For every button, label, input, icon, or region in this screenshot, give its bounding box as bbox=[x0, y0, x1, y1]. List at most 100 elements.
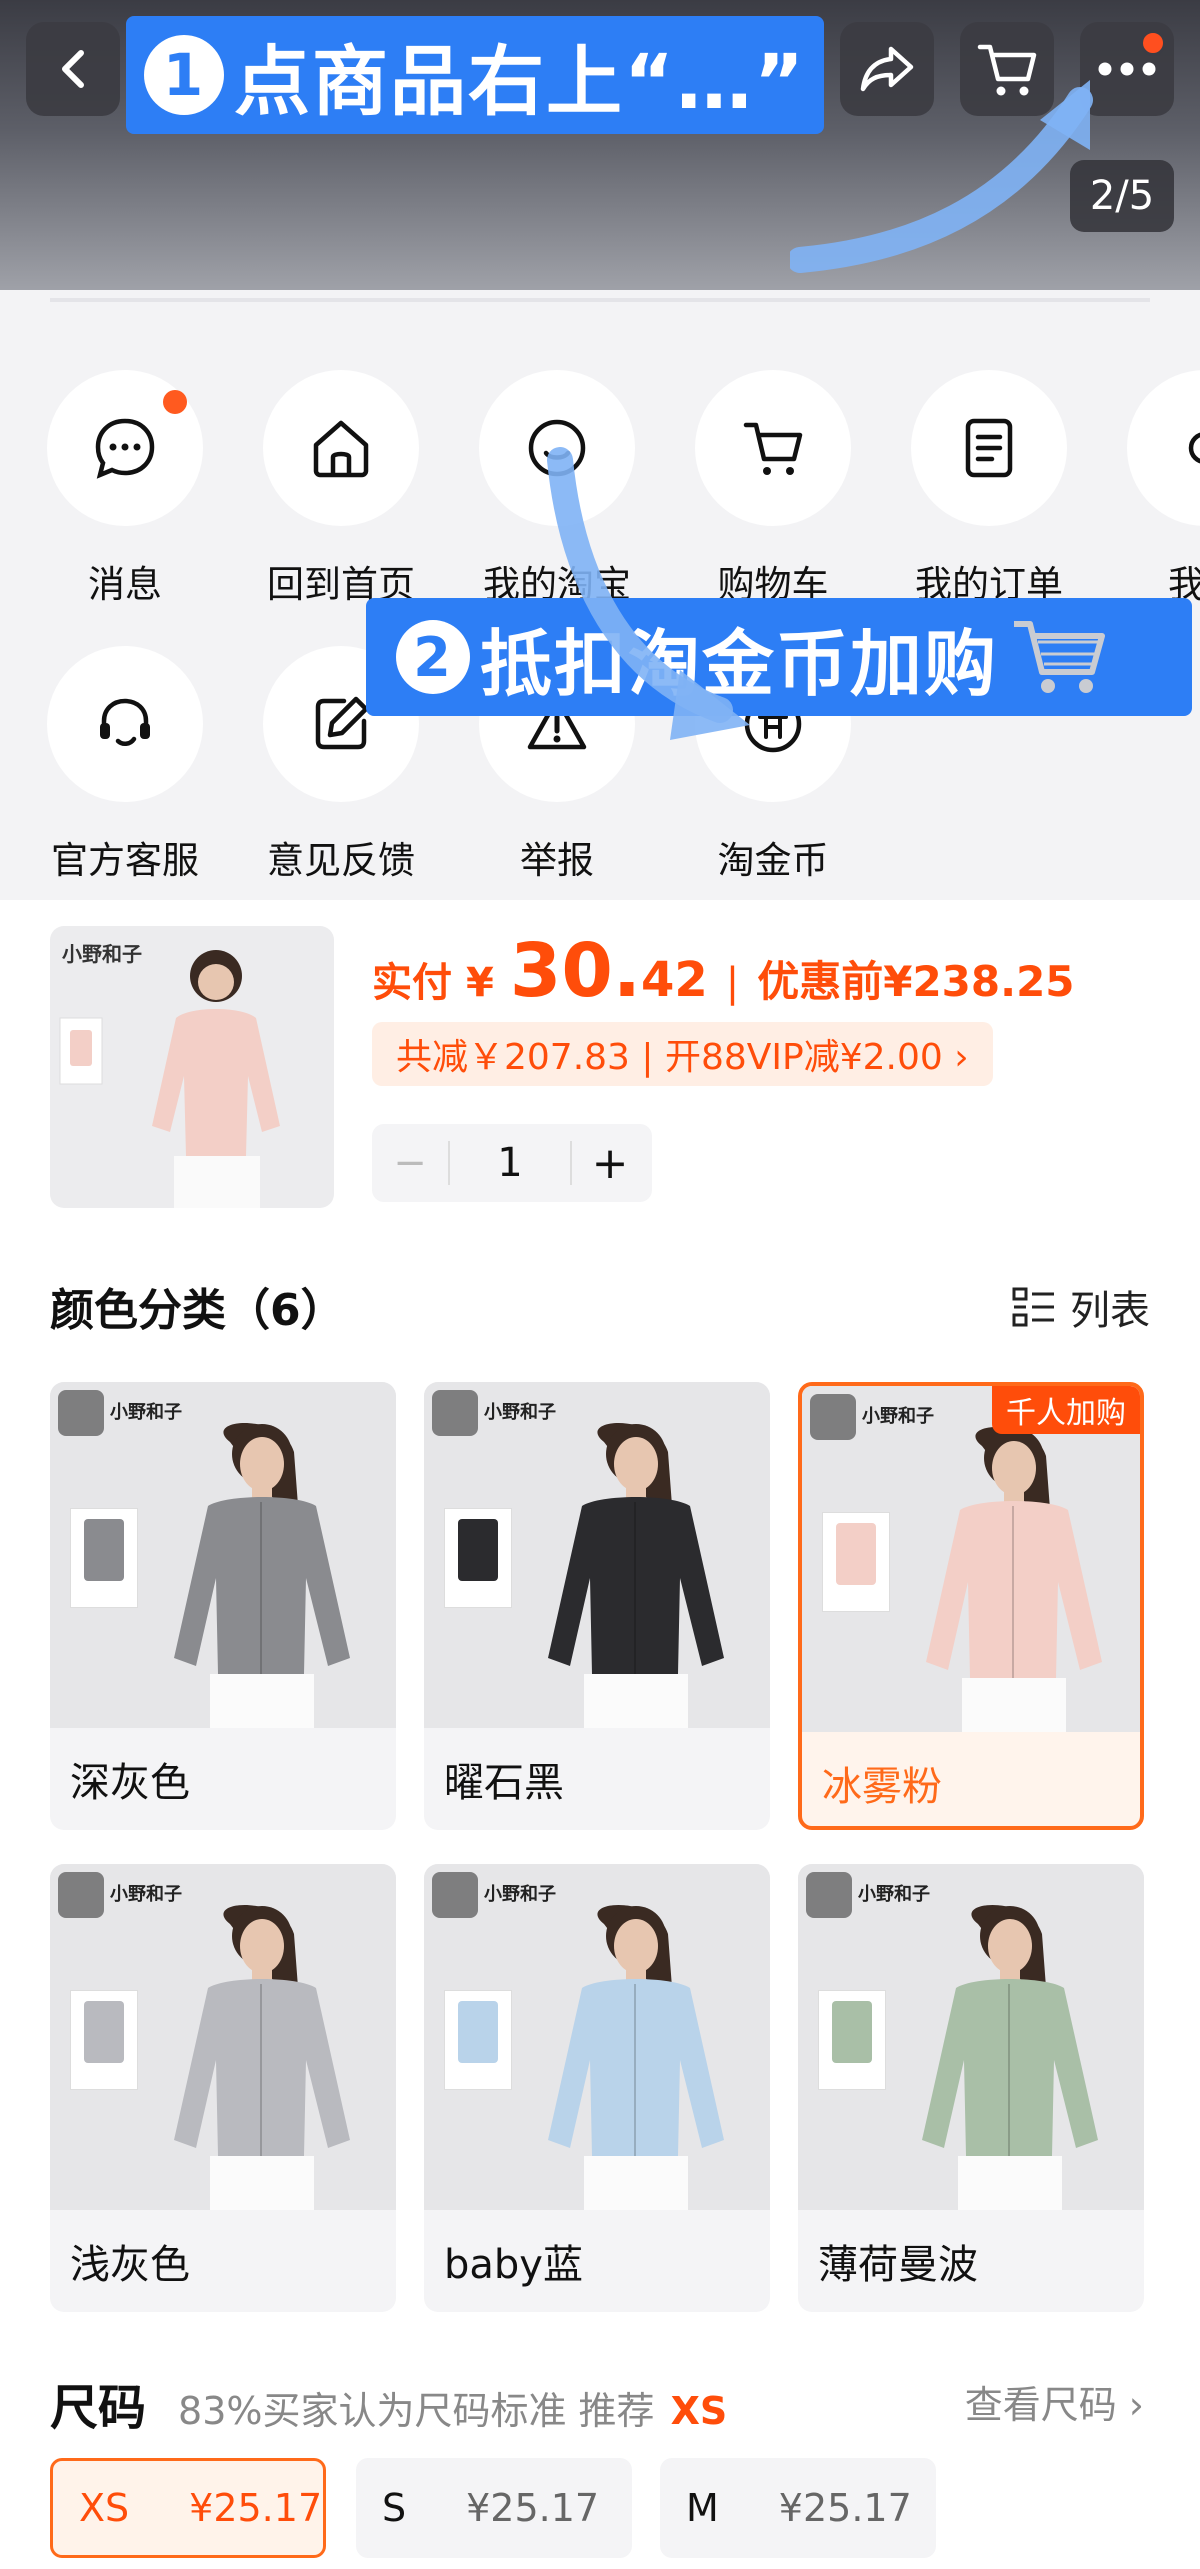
product-thumbnail[interactable]: 小野和子 bbox=[50, 926, 334, 1208]
color-option-card[interactable]: 小野和子曜石黑 bbox=[424, 1382, 770, 1830]
brand-label: 小野和子 bbox=[110, 1884, 182, 1905]
brand-label: 小野和子 bbox=[862, 1406, 934, 1427]
annotation-text: 抵扣淘金币加购 bbox=[480, 621, 999, 706]
brand-logo-icon bbox=[432, 1872, 478, 1918]
size-option-m[interactable]: M ¥25.17 bbox=[660, 2458, 936, 2558]
size-price: ¥25.17 bbox=[778, 2486, 912, 2530]
size-option-s[interactable]: S ¥25.17 bbox=[356, 2458, 632, 2558]
share-icon bbox=[860, 46, 914, 92]
model-figure bbox=[922, 1904, 1098, 2210]
color-option-card[interactable]: 小野和子深灰色 bbox=[50, 1382, 396, 1830]
image-pager: 2/5 bbox=[1070, 160, 1174, 232]
color-option-name: 薄荷曼波 bbox=[818, 2242, 978, 2288]
color-section-title: 颜色分类（6） bbox=[50, 1285, 345, 1336]
brand-label: 小野和子 bbox=[484, 1402, 556, 1423]
menu-item-my-more[interactable]: 我的 bbox=[1100, 370, 1200, 608]
list-view-toggle[interactable]: 列表 bbox=[1012, 1278, 1150, 1336]
quantity-value[interactable]: 1 bbox=[448, 1140, 572, 1186]
price-separator: | bbox=[725, 960, 740, 1006]
cart-button[interactable] bbox=[960, 22, 1054, 116]
brand-logo-icon bbox=[806, 1872, 852, 1918]
hot-badge: 千人加购 bbox=[992, 1386, 1140, 1434]
size-section-header: 尺码 83%买家认为尺码标准 推荐 XS bbox=[50, 2368, 727, 2438]
size-option-xs[interactable]: XS ¥25.17 bbox=[50, 2458, 326, 2558]
unread-dot bbox=[163, 390, 187, 414]
share-button[interactable] bbox=[840, 22, 934, 116]
model-figure bbox=[548, 1904, 724, 2210]
cart-icon bbox=[977, 44, 1037, 96]
more-menu-panel: 消息 回到首页 我的淘宝 购物车 我的订单 我的 官方客服 意见反馈 举报 抵钱… bbox=[0, 290, 1200, 900]
brand-label: 小野和子 bbox=[858, 1884, 930, 1905]
brand-label: 小野和子 bbox=[484, 1884, 556, 1905]
menu-item-label: 举报 bbox=[520, 839, 594, 882]
menu-item-label: 淘金币 bbox=[717, 839, 829, 882]
sku-selector: 小野和子 实付 ¥ 30. 42 | 优惠前¥238.25 共减￥207.83 … bbox=[0, 900, 1200, 2569]
original-price: 优惠前¥238.25 bbox=[757, 957, 1075, 1006]
price-integer: 30. bbox=[509, 928, 641, 1014]
order-list-icon bbox=[965, 418, 1013, 478]
color-option-name: 浅灰色 bbox=[70, 2242, 190, 2288]
cart-icon bbox=[743, 422, 803, 475]
step-number: 1 bbox=[144, 35, 224, 115]
price-label: 实付 bbox=[372, 960, 452, 1006]
more-dots-icon bbox=[1098, 62, 1156, 76]
color-option-name: 冰雾粉 bbox=[822, 1764, 942, 1810]
back-arrow-icon bbox=[62, 50, 84, 88]
menu-item-label: 官方客服 bbox=[51, 839, 199, 882]
color-option-image: 小野和子 bbox=[424, 1864, 770, 2210]
discount-detail[interactable]: 共减￥207.83 | 开88VIP减¥2.00 › bbox=[372, 1022, 993, 1086]
color-option-image: 小野和子 bbox=[50, 1382, 396, 1728]
model-figure bbox=[548, 1422, 724, 1728]
color-option-image: 小野和子 bbox=[802, 1386, 1140, 1732]
menu-item-cart[interactable]: 购物车 bbox=[668, 370, 878, 608]
model-image bbox=[59, 950, 280, 1208]
model-figure bbox=[174, 1422, 350, 1728]
annotation-step-1: 1 点商品右上“…” bbox=[126, 16, 824, 134]
size-price: ¥25.17 bbox=[466, 2486, 600, 2530]
brand-logo-icon bbox=[810, 1394, 856, 1440]
menu-item-messages[interactable]: 消息 bbox=[20, 370, 230, 608]
list-view-label: 列表 bbox=[1070, 1288, 1150, 1334]
back-button[interactable] bbox=[26, 22, 120, 116]
annotation-step-2: 2 抵扣淘金币加购 bbox=[366, 598, 1192, 716]
step-number: 2 bbox=[396, 620, 470, 694]
color-option-card[interactable]: 小野和子 baby蓝 bbox=[424, 1864, 770, 2312]
color-option-name: baby蓝 bbox=[444, 2242, 583, 2288]
size-guide-link[interactable]: 查看尺码 › bbox=[965, 2374, 1144, 2429]
headset-icon bbox=[100, 698, 150, 746]
model-figure bbox=[174, 1904, 350, 2210]
color-option-name: 深灰色 bbox=[70, 1760, 190, 1806]
color-option-card[interactable]: 小野和子浅灰色 bbox=[50, 1864, 396, 2312]
color-option-card[interactable]: 小野和子薄荷曼波 bbox=[798, 1864, 1144, 2312]
settings-icon bbox=[1188, 432, 1200, 464]
brand-logo-icon bbox=[58, 1872, 104, 1918]
menu-item-home[interactable]: 回到首页 bbox=[236, 370, 446, 608]
increase-button[interactable]: + bbox=[572, 1124, 648, 1202]
size-label: M bbox=[686, 2486, 719, 2530]
color-option-card[interactable]: 千人加购 小野和子冰雾粉 bbox=[798, 1382, 1144, 1830]
brand-label: 小野和子 bbox=[110, 1402, 182, 1423]
brand-logo-icon bbox=[432, 1390, 478, 1436]
brand-label: 小野和子 bbox=[62, 942, 142, 966]
color-option-image: 小野和子 bbox=[424, 1382, 770, 1728]
divider bbox=[50, 298, 1150, 302]
color-option-name: 曜石黑 bbox=[444, 1760, 564, 1806]
color-option-image: 小野和子 bbox=[50, 1864, 396, 2210]
currency-symbol: ¥ bbox=[466, 960, 494, 1006]
size-label: S bbox=[382, 2486, 407, 2530]
size-section-title: 尺码 bbox=[50, 2380, 147, 2436]
recommended-size: XS bbox=[670, 2389, 728, 2433]
menu-item-orders[interactable]: 我的订单 bbox=[884, 370, 1094, 608]
menu-item-label: 消息 bbox=[88, 563, 162, 606]
size-label: XS bbox=[79, 2486, 130, 2530]
more-button[interactable] bbox=[1080, 22, 1174, 116]
brand-logo-icon bbox=[58, 1390, 104, 1436]
menu-item-label: 意见反馈 bbox=[267, 839, 415, 882]
shopping-cart-emoji-icon bbox=[1014, 621, 1106, 693]
menu-item-my-taobao[interactable]: 我的淘宝 bbox=[452, 370, 662, 608]
menu-item-customer-service[interactable]: 官方客服 bbox=[20, 646, 230, 884]
smile-icon bbox=[528, 419, 586, 477]
decrease-button[interactable]: − bbox=[372, 1124, 448, 1202]
quantity-stepper: − 1 + bbox=[372, 1124, 652, 1202]
list-view-icon bbox=[1012, 1287, 1054, 1327]
